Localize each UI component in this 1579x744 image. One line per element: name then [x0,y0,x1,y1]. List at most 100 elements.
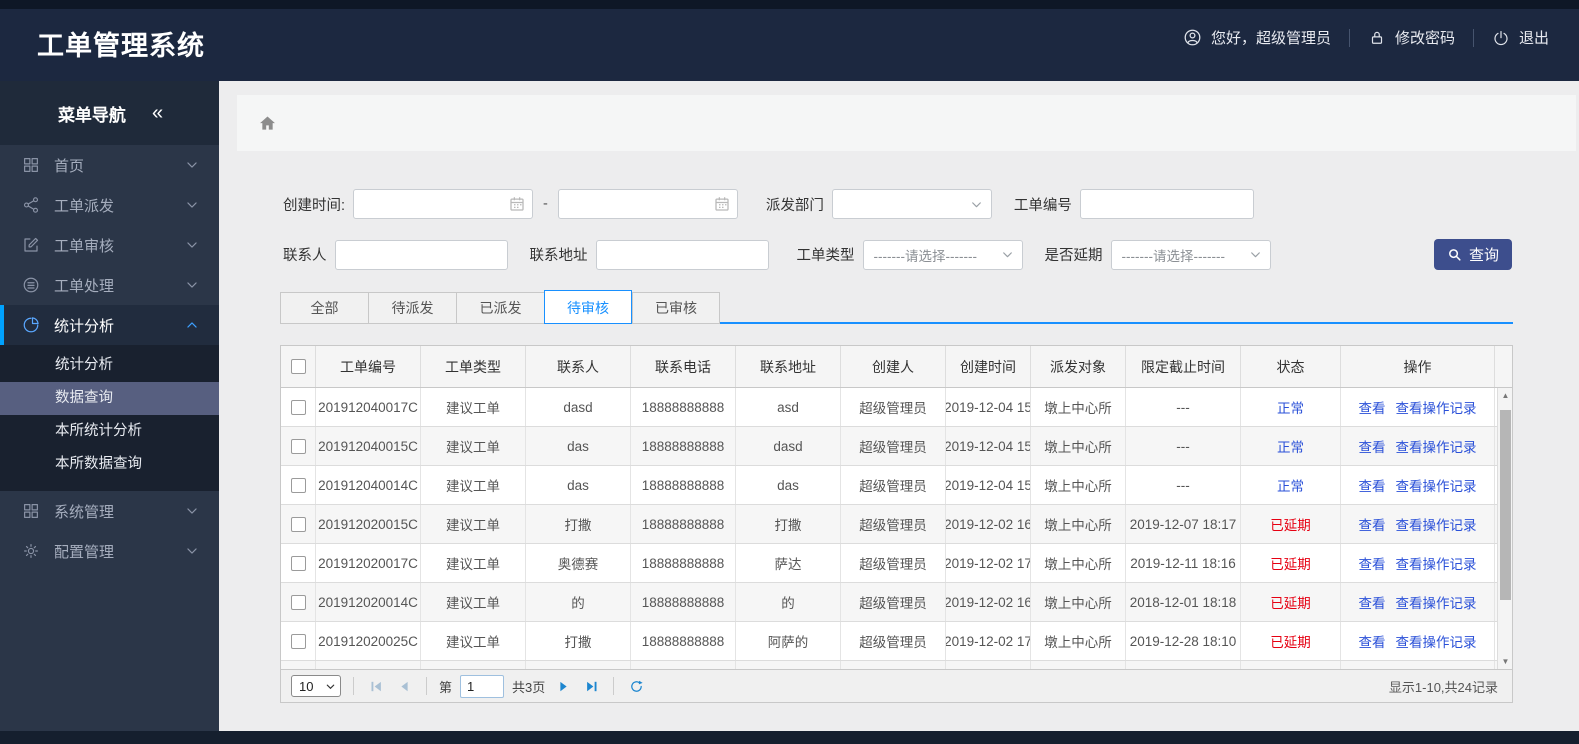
sidebar-title: 菜单导航 [57,105,126,125]
row-checkbox[interactable] [290,516,306,532]
scrollbar-thumb[interactable] [1500,410,1511,600]
column-header: 派发对象 [1031,346,1126,387]
address-input[interactable] [595,239,769,270]
view-log-link[interactable]: 查看操作记录 [1396,553,1477,573]
scroll-up-arrow[interactable]: ▲ [1498,391,1512,400]
view-link[interactable]: 查看 [1359,397,1386,417]
order-no-cell: 201912020014C [316,583,421,621]
scroll-down-arrow[interactable]: ▼ [1498,657,1512,666]
deadline-cell: 2019-12-11 18:16 [1126,544,1241,582]
sidebar-subitem-bureau-data-query[interactable]: 本所数据查询 [0,448,219,481]
row-checkbox[interactable] [290,438,306,454]
scrollbar-spacer [1495,346,1510,387]
edit-icon [24,237,39,252]
first-page-button[interactable] [366,676,386,696]
tab-pending-dispatch[interactable]: 待派发 [368,292,456,324]
row-checkbox[interactable] [290,555,306,571]
contact-cell: das [526,466,631,504]
view-link[interactable]: 查看 [1359,631,1386,651]
view-log-link[interactable]: 查看操作记录 [1396,397,1477,417]
created-time-cell: 2019-12-02 17 [946,544,1031,582]
order-type-select[interactable]: -------请选择------- [862,239,1023,270]
column-header: 联系地址 [736,346,841,387]
tab-all[interactable]: 全部 [280,292,368,324]
prev-page-button[interactable] [394,676,414,696]
tab-pending-review[interactable]: 待审核 [544,290,632,324]
next-page-button[interactable] [553,676,573,696]
sidebar-item-config-management[interactable]: 配置管理 [0,531,219,571]
delay-select[interactable]: -------请选择------- [1110,239,1271,270]
table-scrollbar[interactable]: ▲ ▼ [1497,388,1512,669]
deadline-cell: --- [1126,388,1241,426]
dispatch-target-cell: 墩上中心所 [1031,544,1126,582]
sidebar-item-order-review[interactable]: 工单审核 [0,225,219,265]
view-link[interactable]: 查看 [1359,436,1386,456]
created-time-cell: 2019-12-04 15 [946,427,1031,465]
view-link[interactable]: 查看 [1359,592,1386,612]
chevron-down-icon [1249,248,1262,261]
search-button[interactable]: 查询 [1434,239,1512,270]
sidebar-item-order-process[interactable]: 工单处理 [0,265,219,305]
row-checkbox[interactable] [290,633,306,649]
sidebar-menu: 首页 工单派发 工单审核 工单处理 统计分析 统计分析 数据查询 本所统计分析 本所数据查询 系统… [0,145,219,571]
select-all-checkbox[interactable] [290,359,306,374]
order-no-cell: 201912020015C [316,505,421,543]
sidebar-item-label: 首页 [54,157,85,175]
page-size-select[interactable]: 10 [291,675,341,697]
view-link[interactable]: 查看 [1359,553,1386,573]
sidebar-collapse-icon[interactable]: « [152,102,163,125]
refresh-button[interactable] [626,676,646,696]
tab-reviewed[interactable]: 已审核 [632,292,720,324]
power-icon [1492,29,1510,47]
order-no-cell [316,661,421,669]
phone-cell: 18888888888 [631,622,736,660]
contact-input[interactable] [334,239,508,270]
create-time-end-input[interactable] [557,189,738,219]
row-select-cell [281,388,316,426]
order-no-cell: 201912040015C [316,427,421,465]
order-type-cell: 建议工单 [421,505,526,543]
logout-link[interactable]: 退出 [1492,27,1549,48]
row-checkbox[interactable] [290,477,306,493]
sidebar-item-statistics[interactable]: 统计分析 [0,305,219,345]
lock-icon [1368,29,1386,47]
row-checkbox[interactable] [290,399,306,415]
view-log-link[interactable]: 查看操作记录 [1396,475,1477,495]
calendar-icon[interactable] [713,195,731,213]
table-body: 201912040017C 建议工单 dasd 18888888888 asd 超级管理员… [281,388,1512,669]
view-log-link[interactable]: 查看操作记录 [1396,631,1477,651]
order-no-cell: 201912040017C [316,388,421,426]
sidebar-item-label: 系统管理 [54,503,115,521]
view-log-link[interactable]: 查看操作记录 [1396,514,1477,534]
status-cell: 正常 [1241,466,1341,504]
sidebar-subitem-data-query[interactable]: 数据查询 [0,382,219,415]
sidebar-item-system-management[interactable]: 系统管理 [0,491,219,531]
calendar-icon[interactable] [508,195,526,213]
greeting-text: 您好，超级管理员 [1210,30,1331,47]
view-link[interactable]: 查看 [1359,475,1386,495]
prev-page-icon [397,679,412,694]
create-time-start-input[interactable] [353,189,534,219]
view-log-link[interactable]: 查看操作记录 [1396,436,1477,456]
order-type-cell: 建议工单 [421,544,526,582]
order-type-cell [421,661,526,669]
last-page-button[interactable] [581,676,601,696]
view-log-link[interactable]: 查看操作记录 [1396,592,1477,612]
sidebar-item-order-dispatch[interactable]: 工单派发 [0,185,219,225]
dispatch-dept-select[interactable] [831,189,992,219]
user-icon [1183,28,1202,47]
page-prefix-label: 第 [439,679,453,695]
created-time-cell: 2019-12-04 15 [946,388,1031,426]
view-link[interactable]: 查看 [1359,514,1386,534]
sidebar-subitem-statistics-analysis[interactable]: 统计分析 [0,349,219,382]
order-type-cell: 建议工单 [421,427,526,465]
order-no-input[interactable] [1079,189,1254,219]
change-password-link[interactable]: 修改密码 [1368,27,1455,48]
order-type-cell: 建议工单 [421,466,526,504]
row-checkbox[interactable] [290,594,306,610]
tab-dispatched[interactable]: 已派发 [456,292,544,324]
page-number-input[interactable] [460,674,505,698]
home-icon[interactable] [257,113,278,134]
sidebar-subitem-bureau-statistics[interactable]: 本所统计分析 [0,415,219,448]
sidebar-item-home[interactable]: 首页 [0,145,219,185]
